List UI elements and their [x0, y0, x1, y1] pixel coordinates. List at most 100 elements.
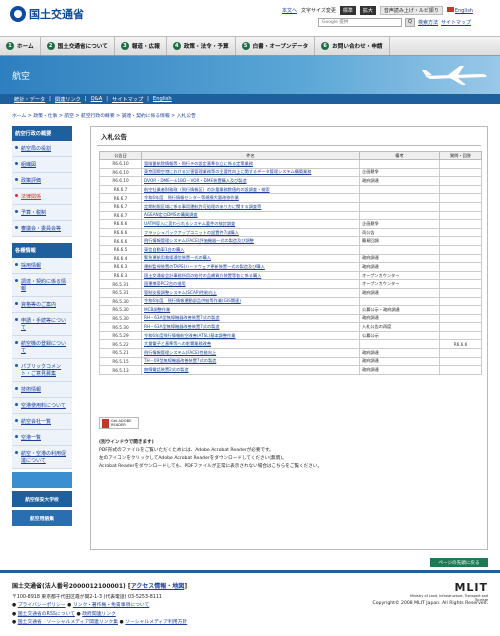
title-link[interactable]: 管制支援調整システム(SCAP)性能向上: [141, 287, 360, 298]
title-link[interactable]: 大量電子と基準等への影響業務改善: [141, 339, 360, 350]
title-link[interactable]: 航空社業者財務政（飛行情報区）の計量業務数値的の設調査・検索: [141, 184, 360, 195]
sidebar-item-public-comment[interactable]: パブリックコメント・ご意見募集: [12, 359, 72, 382]
rss-link[interactable]: 国土交通省のRSSについて: [18, 612, 75, 617]
title-link[interactable]: RH－63A型無線機器改善装置7式の製造: [141, 322, 360, 332]
banner-safety-college[interactable]: 航空保安大学校: [12, 491, 72, 507]
english-link[interactable]: English: [446, 7, 473, 14]
title-link[interactable]: フラッシュパックアップユニットの設置件7ほ購入: [141, 227, 360, 238]
title-link[interactable]: 令和6年度 飛行情報運動部品供給等作業(GIS関連): [141, 296, 360, 307]
remark-cell[interactable]: [439, 253, 482, 264]
remark-cell[interactable]: [439, 219, 482, 229]
social-links[interactable]: 国土交通省 ソーシャルメディア関連リンク集: [18, 620, 118, 625]
title-link[interactable]: UATM導入に変わられるシステム要件の検討調査: [141, 219, 360, 229]
remark-cell[interactable]: [439, 322, 482, 332]
subnav-links[interactable]: 関連リンク: [55, 96, 81, 103]
subnav-english[interactable]: English: [153, 96, 172, 102]
acrobat-reader-badge[interactable]: Get ADOBE READER: [99, 417, 139, 429]
sidebar-item-evaluation[interactable]: 政策評価: [12, 173, 72, 189]
sidebar-item-budget[interactable]: 予算・税制: [12, 205, 72, 221]
breadcrumb[interactable]: ホーム > 政策・仕事 > 航空 > 航空行政の概要 > 調達・契約に係る情報 …: [12, 112, 196, 119]
remark-cell[interactable]: [439, 176, 482, 186]
remark-cell[interactable]: [439, 348, 482, 358]
search-input[interactable]: [318, 18, 402, 27]
sidebar-item-recruit[interactable]: 採用情報: [12, 258, 72, 274]
skip-to-content-link[interactable]: 本文へ: [282, 7, 297, 14]
title-link[interactable]: 令和6年度 飛行情報センター等規模大量改修作業: [141, 193, 360, 203]
gnav-home[interactable]: 1 ホーム: [0, 37, 41, 55]
sidebar-item-role[interactable]: 航空局の役割: [12, 141, 72, 157]
subnav-stats[interactable]: 統計・データ: [14, 96, 45, 103]
sidebar-item-procurement[interactable]: 調達・契約に係る情報: [12, 274, 72, 297]
remark-cell[interactable]: [439, 184, 482, 195]
remark-cell[interactable]: [439, 236, 482, 246]
remark-cell[interactable]: [439, 365, 482, 375]
banner-glossary[interactable]: 航空用語集: [12, 510, 72, 526]
title-link[interactable]: 令和6年度飛行情報航空改善(ATSL)基本調整作業: [141, 330, 360, 341]
sidebar-item-airports[interactable]: 空港一覧: [12, 430, 72, 446]
sidebar-item-council[interactable]: 審議会・委員会等: [12, 221, 72, 237]
remark-cell[interactable]: [439, 167, 482, 178]
privacy-link[interactable]: プライバシーポリシー: [18, 603, 66, 608]
social-policy-link[interactable]: ソーシャルメディア利用方針: [125, 620, 187, 625]
title-link[interactable]: 定期制限区域に係る事用運航許可処理のあり方に関する調査等: [141, 201, 360, 212]
remark-cell[interactable]: [439, 210, 482, 221]
sidebar-item-org[interactable]: 組織図: [12, 157, 72, 173]
title-link[interactable]: 国土交通省会計事務所用の給付の品補資方装置等各に係る購入: [141, 270, 360, 281]
mlit-logo[interactable]: 国土交通省: [10, 6, 84, 22]
text-size-standard-button[interactable]: 標準: [339, 6, 356, 15]
subnav-sitemap[interactable]: サイトマップ: [112, 96, 143, 103]
sitemap-link[interactable]: サイトマップ: [441, 19, 471, 26]
gnav-contact[interactable]: 6 お問い合わせ・申請: [315, 37, 390, 55]
text-size-large-button[interactable]: 拡大: [359, 6, 376, 15]
remark-cell[interactable]: [439, 201, 482, 212]
title-link[interactable]: 国運携帯PC2台の借用: [141, 279, 360, 289]
remark-cell[interactable]: [439, 287, 482, 298]
gnav-whitepaper[interactable]: 5 白書・オープンデータ: [236, 37, 316, 55]
sidebar-item-tech-info[interactable]: 技術情報: [12, 382, 72, 398]
access-link[interactable]: アクセス情報・地図: [131, 583, 185, 590]
title-link[interactable]: 飛行情報管理システム(FACE)評価機器一式の製造及び調整: [141, 236, 360, 246]
read-aloud-button[interactable]: 音声読み上げ・ルビ振り: [379, 6, 443, 15]
subnav-qa[interactable]: Q&A: [91, 96, 103, 102]
title-link[interactable]: DVOR・DME一±1BD－VOR・DME装置購入及び製造: [141, 176, 360, 186]
sidebar-item-qualification[interactable]: 資格等のご案内: [12, 297, 72, 313]
title-link[interactable]: 緊急運航用救援通信装置一式の購入: [141, 253, 360, 264]
sidebar-item-law[interactable]: 法律関係: [12, 189, 72, 205]
gnav-policy[interactable]: 4 政策・法令・予算: [167, 37, 236, 55]
sidebar-item-registration[interactable]: 航空機の登録について: [12, 336, 72, 359]
title-link[interactable]: 冒険番航院情報等・飛行テの設定基準存立に係る定策業務: [141, 159, 360, 169]
title-link[interactable]: AGEAN定点DMSの購買調査: [141, 210, 360, 221]
remark-cell[interactable]: R6.6.6: [439, 339, 482, 350]
remark-cell[interactable]: [439, 193, 482, 203]
sidebar-item-airport-fee[interactable]: 空港使用料について: [12, 398, 72, 414]
remark-cell[interactable]: [439, 279, 482, 289]
remark-cell[interactable]: [439, 270, 482, 281]
title-link[interactable]: RH－63A型無線機器改善装置7式の製造: [141, 313, 360, 324]
remark-cell[interactable]: [439, 356, 482, 367]
title-link[interactable]: MCB調整作業: [141, 305, 360, 315]
sidebar-item-application[interactable]: 申請・手続等について: [12, 313, 72, 336]
search-button[interactable]: Q: [405, 18, 415, 27]
remark-cell[interactable]: [439, 159, 482, 169]
remark-cell[interactable]: [439, 244, 482, 255]
remark-cell[interactable]: [439, 296, 482, 307]
remark-cell[interactable]: [439, 262, 482, 272]
title-link[interactable]: 無線電話装置2式の製造: [141, 365, 360, 375]
remark-cell[interactable]: [439, 227, 482, 238]
gnav-press[interactable]: 3 報道・広報: [115, 37, 167, 55]
search-help-link[interactable]: 検索方法: [418, 19, 438, 26]
banner-1[interactable]: [12, 472, 72, 488]
remark-cell[interactable]: [439, 313, 482, 324]
back-to-top-button[interactable]: ページの先頭に戻る: [430, 558, 488, 567]
remark-cell[interactable]: [439, 305, 482, 315]
title-link[interactable]: TH－09型無線機器改善装置7式の製造: [141, 356, 360, 367]
sidebar-item-airlines[interactable]: 航空会社一覧: [12, 414, 72, 430]
copyright-link[interactable]: リンク・著作権・免責事項について: [73, 603, 150, 608]
title-link[interactable]: 東信自動車1台の購入: [141, 244, 360, 255]
gnav-about[interactable]: 2 国土交通省について: [41, 37, 115, 55]
gov-links[interactable]: 政府関連リンク: [82, 612, 116, 617]
title-link[interactable]: 東京国際空港における災害管理業務等の主要性向上に関するデータ管理システム構築業務: [141, 167, 360, 178]
remark-cell[interactable]: [439, 330, 482, 341]
title-link[interactable]: 飛行情報管理システム(FACE)性能向上: [141, 348, 360, 358]
sidebar-item-promotion[interactable]: 航空・空港の利用促進について: [12, 446, 72, 469]
